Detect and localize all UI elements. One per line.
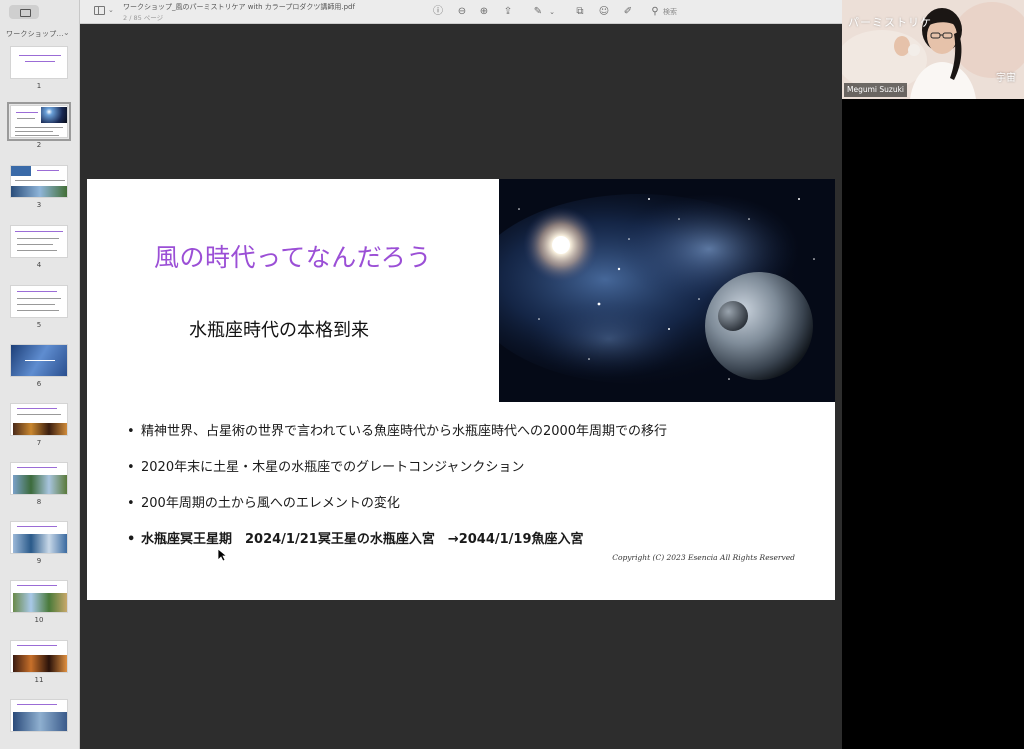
page-thumbnail-1[interactable] [10, 46, 68, 79]
pdf-viewer-app: ワークショップ... ⌄ 1 2 3 4 5 6 7 8 9 10 11 ⌄ ワ… [0, 0, 1024, 749]
info-icon[interactable]: ⓘ [431, 5, 445, 19]
bullet-dot: • [127, 460, 135, 475]
page-thumbnail-8[interactable] [10, 462, 68, 495]
participant-video-tile[interactable]: パーミストリケ 宇宙 Megumi Suzuki [842, 0, 1024, 99]
chevron-down-icon[interactable]: ⌄ [545, 5, 559, 19]
page-number-label: 5 [36, 321, 42, 329]
video-call-panel: パーミストリケ 宇宙 Megumi Suzuki [842, 0, 1024, 749]
sidebar-doc-label: ワークショップ... [6, 30, 64, 38]
page-thumbnail-11[interactable] [10, 640, 68, 673]
video-overlay-text-secondary: 宇宙 [996, 73, 1016, 84]
bullet-dot: • [127, 496, 135, 511]
search-field-label[interactable]: 検索 [663, 7, 677, 17]
page-thumbnail-4[interactable] [10, 225, 68, 258]
page-thumbnail-9[interactable] [10, 521, 68, 554]
bullet-list: • 精神世界、占星術の世界で言われている魚座時代から水瓶座時代への2000年周期… [125, 422, 815, 566]
slide-subtitle: 水瓶座時代の本格到来 [189, 320, 369, 341]
rotate-icon[interactable]: ⧉ [573, 5, 587, 19]
bullet-text: 精神世界、占星術の世界で言われている魚座時代から水瓶座時代への2000年周期での… [141, 424, 668, 439]
list-item: • 2020年末に土星・木星の水瓶座でのグレートコンジャンクション [125, 458, 815, 494]
search-icon[interactable]: ⚲ [648, 5, 662, 19]
page-number-label: 2 [36, 141, 42, 149]
bullet-text: 2020年末に土星・木星の水瓶座でのグレートコンジャンクション [141, 460, 525, 475]
sidebar-layout-icon[interactable] [94, 6, 105, 15]
page-thumbnail-7[interactable] [10, 403, 68, 436]
page-number-label: 11 [34, 676, 44, 684]
document-title: ワークショップ_風のパーミストリケア with カラープロダクツ講師用.pdf [123, 3, 355, 11]
page-number-label: 1 [36, 82, 42, 90]
page-thumbnail-3[interactable] [10, 165, 68, 198]
sidebar-toggle-button[interactable] [9, 5, 39, 19]
participant-name-label: Megumi Suzuki [844, 83, 908, 97]
page-number-label: 7 [36, 439, 42, 447]
share-icon[interactable]: ⇪ [501, 5, 515, 19]
form-fill-icon[interactable]: ✐ [621, 5, 635, 19]
copyright-text: Copyright (C) 2023 Esencia All Rights Re… [612, 553, 795, 562]
slide-title: 風の時代ってなんだろう [154, 243, 432, 272]
bullet-text: 水瓶座冥王星期 2024/1/21冥王星の水瓶座入宮 →2044/1/19魚座入… [141, 532, 584, 547]
chevron-down-icon[interactable]: ⌄ [108, 6, 114, 14]
page-number-label: 3 [36, 201, 42, 209]
page-number-label: 4 [36, 261, 42, 269]
page-thumbnail-5[interactable] [10, 285, 68, 318]
markup-pen-icon[interactable]: ✎ [531, 5, 545, 19]
page-number-label: 9 [36, 557, 42, 565]
list-item: • 精神世界、占星術の世界で言われている魚座時代から水瓶座時代への2000年周期… [125, 422, 815, 458]
space-illustration [499, 179, 835, 402]
page-number-label: 8 [36, 498, 42, 506]
video-overlay-text: パーミストリケ [848, 16, 932, 29]
list-item: • 200年周期の土から風へのエレメントの変化 [125, 494, 815, 530]
annotate-icon[interactable]: ☺ [597, 5, 611, 19]
page-thumbnail-10[interactable] [10, 580, 68, 613]
page-number-label: 10 [34, 616, 44, 624]
slide-page: 風の時代ってなんだろう 水瓶座時代の本格到来 • 精神世界、占星術の世界で言われ… [87, 179, 835, 600]
thumbnail-sidebar[interactable]: ワークショップ... ⌄ 1 2 3 4 5 6 7 8 9 10 11 [0, 0, 80, 749]
bullet-dot: • [127, 532, 136, 547]
toolbar: ⌄ ワークショップ_風のパーミストリケア with カラープロダクツ講師用.pd… [80, 0, 842, 24]
page-number-label: 6 [36, 380, 42, 388]
bullet-text: 200年周期の土から風へのエレメントの変化 [141, 496, 400, 511]
page-thumbnail-6[interactable] [10, 344, 68, 377]
space-image [499, 179, 835, 402]
page-thumbnail-2[interactable] [7, 102, 71, 141]
chevron-down-icon[interactable]: ⌄ [63, 28, 70, 37]
zoom-in-icon[interactable]: ⊕ [477, 5, 491, 19]
page-indicator: 2 / 85 ページ [123, 14, 164, 22]
bullet-dot: • [127, 424, 135, 439]
mouse-cursor-icon [217, 547, 228, 566]
zoom-out-icon[interactable]: ⊖ [455, 5, 469, 19]
page-thumbnail-12[interactable] [10, 699, 68, 732]
